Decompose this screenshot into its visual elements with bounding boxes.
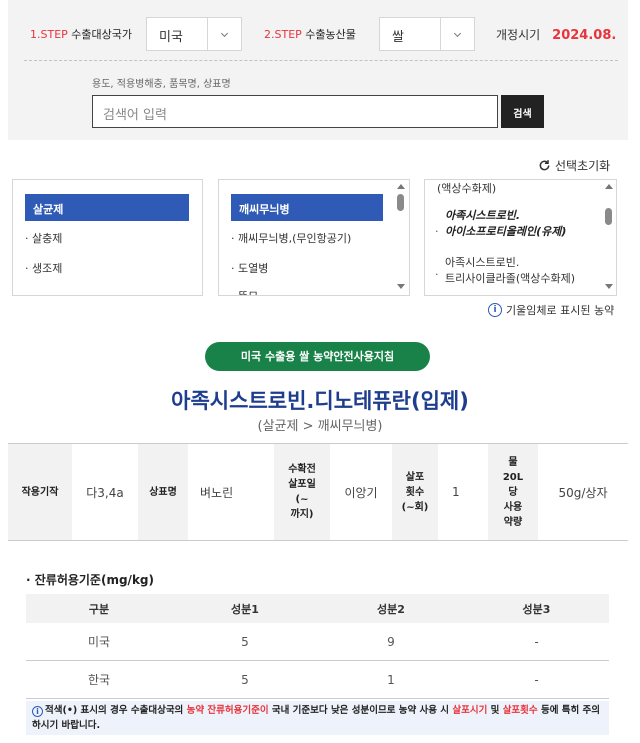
bullet: · xyxy=(435,268,439,281)
disease-item-brown-spot[interactable]: 깨씨무늬병 xyxy=(231,194,383,221)
step-row: 1.STEP 수출대상국가 미국 2.STEP 수출농산물 쌀 개정시기 2024… xyxy=(8,17,628,51)
table-cell: 1 xyxy=(387,672,395,687)
scrollbar[interactable] xyxy=(603,180,615,295)
header-mechanism: 작용기작 xyxy=(8,444,72,540)
reset-button[interactable]: 선택초기화 xyxy=(538,157,610,174)
revision-date: 개정시기 2024.08. xyxy=(496,28,617,43)
header-amount: 물 20L 당 사용 약량 xyxy=(488,444,538,540)
scroll-down-icon[interactable] xyxy=(397,284,405,289)
table-cell: - xyxy=(534,634,539,649)
usage-item-fungicide[interactable]: 살균제 xyxy=(25,194,189,221)
bullet: · xyxy=(435,225,439,238)
scroll-thumb[interactable] xyxy=(397,194,404,211)
value-count: 1 xyxy=(452,485,460,499)
search-input[interactable]: 검색어 입력 xyxy=(92,95,498,128)
value-days: 이앙기 xyxy=(344,485,378,500)
table-cell: 5 xyxy=(241,672,249,687)
search-button[interactable]: 검색 xyxy=(501,95,544,128)
product-title: 아족시스트로빈.디노테퓨란(입제) xyxy=(171,389,469,413)
filter-panel: 1.STEP 수출대상국가 미국 2.STEP 수출농산물 쌀 개정시기 2024… xyxy=(8,0,628,140)
value-mechanism: 다3,4a xyxy=(86,485,124,500)
crop-select[interactable]: 쌀 xyxy=(379,17,475,51)
product-item-italic[interactable]: 아족시스트로빈. 아이소프로티올레인(유제) xyxy=(445,208,566,240)
col-header: 성분2 xyxy=(377,602,405,616)
table-cell: 5 xyxy=(241,634,249,649)
header-days: 수확전 살포일 (~ 까지) xyxy=(274,444,330,540)
country-select[interactable]: 미국 xyxy=(146,17,242,51)
col-header: 성분1 xyxy=(231,602,259,616)
chevron-down-icon[interactable] xyxy=(440,18,474,50)
scroll-down-icon[interactable] xyxy=(605,284,613,289)
step1-label: 1.STEP 수출대상국가 xyxy=(30,28,133,41)
table-cell: 9 xyxy=(387,634,395,649)
crop-select-value: 쌀 xyxy=(392,30,404,45)
divider xyxy=(24,60,618,61)
col-header: 성분3 xyxy=(522,602,551,616)
scrollbar[interactable] xyxy=(395,180,407,295)
col-header: 구분 xyxy=(88,602,110,616)
chevron-down-icon[interactable] xyxy=(207,18,241,50)
scroll-up-icon[interactable] xyxy=(605,184,613,189)
usage-item-insecticide[interactable]: · 살충제 xyxy=(25,230,62,246)
info-icon: i xyxy=(488,303,502,317)
usage-list: 살균제 · 살충제 · 생조제 xyxy=(12,179,203,296)
italic-legend: i 기울임체로 표시된 농약 xyxy=(488,302,614,318)
table-cell: 미국 xyxy=(87,635,111,649)
usage-info-table: 작용기작 다3,4a 상표명 벼노린 수확전 살포일 (~ 까지) 이앙기 살포… xyxy=(8,443,628,541)
residue-title: · 잔류허용기준(mg/kg) xyxy=(26,573,154,587)
search-hint: 용도, 적용병해충, 품목명, 상표명 xyxy=(92,79,231,90)
step2-label: 2.STEP 수출농산물 xyxy=(264,28,356,41)
residue-header-row: 구분 성분1 성분2 성분3 xyxy=(26,594,609,623)
refresh-icon xyxy=(539,160,550,171)
product-item-prev-tail[interactable]: (액상수화제) xyxy=(437,180,496,196)
header-count: 살포 횟수 (~회) xyxy=(392,444,438,540)
table-cell: - xyxy=(534,672,539,687)
scroll-thumb[interactable] xyxy=(605,208,612,225)
product-item-tricyclazole[interactable]: 아족시스트로빈. 트리사이클라졸(액상수화제) xyxy=(445,255,575,287)
product-subtitle: (살균제 > 깨씨무늬병) xyxy=(257,419,383,434)
country-select-value: 미국 xyxy=(159,30,183,45)
header-brand: 상표명 xyxy=(138,444,188,540)
product-list: (액상수화제) · 아족시스트로빈. 아이소프로티올레인(유제) · 아족시스트… xyxy=(424,179,617,296)
disease-item-blast[interactable]: · 도열병 xyxy=(231,260,268,276)
value-brand: 벼노린 xyxy=(200,485,234,500)
value-amount: 50g/상자 xyxy=(558,485,608,500)
safety-guide-button[interactable]: 미국 수출용 쌀 농약안전사용지침 xyxy=(205,342,430,371)
table-row: 미국 5 9 - xyxy=(26,623,609,661)
disease-item-brown-spot-drone[interactable]: · 깨씨무늬병,(무인항공기) xyxy=(231,230,351,246)
disease-item-other[interactable]: · 뜸모 xyxy=(231,288,258,295)
usage-item-growth[interactable]: · 생조제 xyxy=(25,260,62,276)
info-icon: i xyxy=(32,706,43,717)
table-row: 한국 5 1 - xyxy=(26,661,609,699)
table-cell: 한국 xyxy=(87,673,111,687)
caution-notice: i 적색(•) 표시의 경우 수출대상국의 농약 잔류허용기준이 국내 기준보다 … xyxy=(26,701,609,735)
scroll-up-icon[interactable] xyxy=(397,184,405,189)
disease-list: 깨씨무늬병 · 깨씨무늬병,(무인항공기) · 도열병 · 뜸모 xyxy=(218,179,410,296)
